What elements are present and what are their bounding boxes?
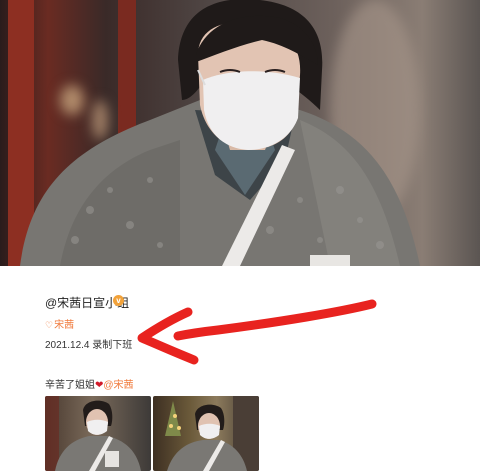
red-annotation-arrow [137,299,377,365]
